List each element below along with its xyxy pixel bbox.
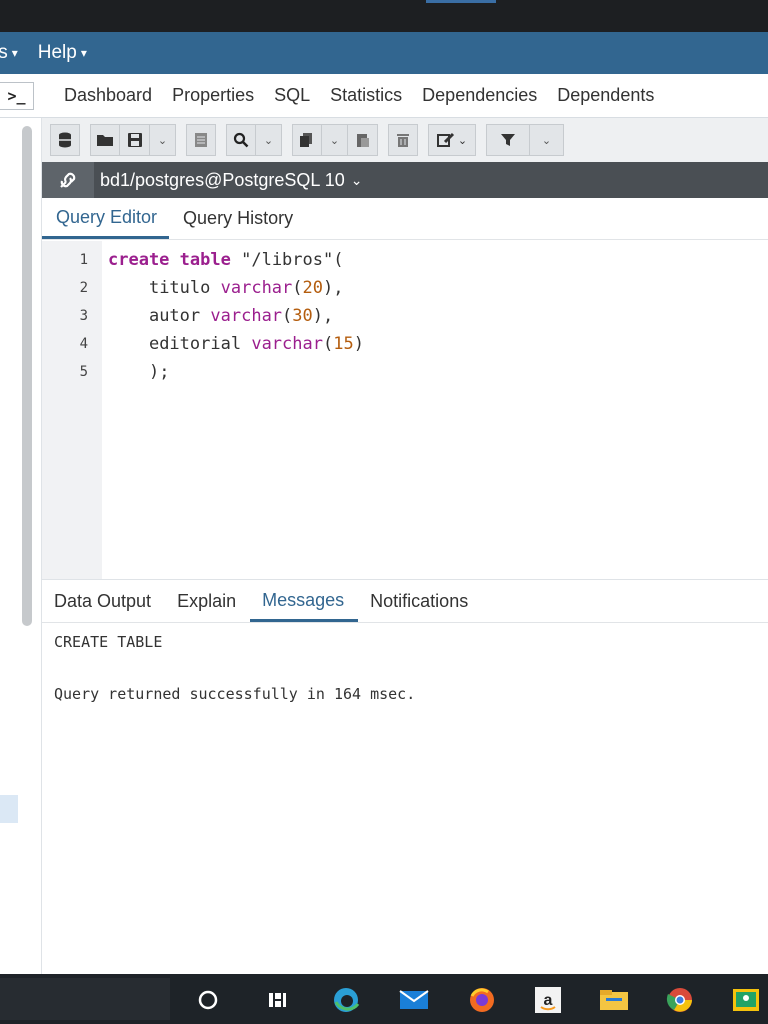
tab-properties[interactable]: Properties xyxy=(162,85,264,106)
line-number: 1 xyxy=(79,252,88,268)
taskbar: a xyxy=(0,974,768,1024)
code-line: editorial varchar(15) xyxy=(148,334,364,354)
query-tabs: Query Editor Query History xyxy=(42,198,768,240)
tab-dashboard[interactable]: Dashboard xyxy=(54,85,162,106)
chevron-down-icon[interactable]: ⌄ xyxy=(322,124,348,156)
terminal-icon[interactable]: >_ xyxy=(0,81,34,110)
edit-pencil-icon[interactable]: ⌄ xyxy=(428,124,476,156)
code-line: titulo varchar(20), xyxy=(148,278,344,298)
code-line: autor varchar(30), xyxy=(148,306,334,326)
tab-statistics[interactable]: Statistics xyxy=(320,85,412,106)
tab-messages[interactable]: Messages xyxy=(250,590,359,622)
line-number: 2 xyxy=(79,280,88,296)
browser-panel xyxy=(0,118,42,974)
window-title-bar xyxy=(0,0,768,32)
browser-selected-item[interactable] xyxy=(0,795,18,823)
firefox-icon[interactable] xyxy=(466,984,498,1016)
amazon-icon[interactable]: a xyxy=(532,984,564,1016)
task-view-icon[interactable] xyxy=(262,984,294,1016)
database-icon[interactable] xyxy=(50,124,80,156)
menu-tools-label: ls xyxy=(0,42,8,63)
delete-icon[interactable] xyxy=(388,124,418,156)
save-icon[interactable] xyxy=(120,124,150,156)
file-explorer-icon[interactable] xyxy=(598,984,630,1016)
line-number: 3 xyxy=(79,308,88,324)
edit-icon[interactable] xyxy=(186,124,216,156)
tab-query-editor[interactable]: Query Editor xyxy=(42,207,170,239)
message-create-table: CREATE TABLE xyxy=(54,633,163,651)
chevron-down-icon: ▾ xyxy=(80,46,87,60)
code-line: ); xyxy=(148,362,170,382)
menu-help-label: Help xyxy=(37,42,77,63)
result-tabs: Data Output Explain Messages Notificatio… xyxy=(42,579,768,623)
connection-bar[interactable]: bd1/postgres@PostgreSQL 10 ⌄ xyxy=(42,162,768,198)
chevron-down-icon: ⌄ xyxy=(457,134,468,147)
filter-icon[interactable] xyxy=(486,124,530,156)
chevron-down-icon: ▾ xyxy=(11,46,18,60)
chrome-icon[interactable] xyxy=(664,984,696,1016)
messages-panel: CREATE TABLE Query returned successfully… xyxy=(42,623,768,974)
title-highlight xyxy=(426,0,496,3)
chevron-down-icon[interactable]: ⌄ xyxy=(150,124,176,156)
mail-icon[interactable] xyxy=(398,984,430,1016)
cortana-icon[interactable] xyxy=(192,984,224,1016)
tab-data-output[interactable]: Data Output xyxy=(42,591,165,622)
tab-dependents[interactable]: Dependents xyxy=(547,85,664,106)
svg-text:a: a xyxy=(544,992,553,1009)
main-tabs: >_ Dashboard Properties SQL Statistics D… xyxy=(0,74,768,118)
line-gutter: 1 2 3 4 5 xyxy=(42,241,102,579)
classroom-icon[interactable] xyxy=(730,984,762,1016)
tab-query-history[interactable]: Query History xyxy=(169,208,305,239)
menu-help[interactable]: Help ▾ xyxy=(38,42,97,64)
chevron-down-icon: ⌄ xyxy=(350,171,363,188)
chevron-down-icon[interactable]: ⌄ xyxy=(530,124,564,156)
taskbar-search[interactable] xyxy=(0,978,170,1020)
tab-dependencies[interactable]: Dependencies xyxy=(412,85,547,106)
paste-icon[interactable] xyxy=(348,124,378,156)
edge-icon[interactable] xyxy=(330,984,362,1016)
tab-sql[interactable]: SQL xyxy=(264,85,320,106)
line-number: 4 xyxy=(79,336,88,352)
tab-notifications[interactable]: Notifications xyxy=(358,591,482,622)
open-folder-icon[interactable] xyxy=(90,124,120,156)
copy-icon[interactable] xyxy=(292,124,322,156)
browser-scrollbar[interactable] xyxy=(22,126,32,626)
message-query-result: Query returned successfully in 164 msec. xyxy=(54,685,416,703)
menu-bar: ls ▾ Help ▾ xyxy=(0,32,768,74)
menu-tools[interactable]: ls ▾ xyxy=(0,42,28,64)
code-line: create table "/libros"( xyxy=(108,250,344,270)
query-toolbar: ⌄ ⌄ ⌄ ⌄ ⌄ xyxy=(42,118,768,162)
search-icon[interactable] xyxy=(226,124,256,156)
connection-label: bd1/postgres@PostgreSQL 10 xyxy=(100,169,345,190)
sql-editor[interactable]: 1 2 3 4 5 create table "/libros"( titulo… xyxy=(42,241,768,579)
connection-icon xyxy=(42,162,94,198)
chevron-down-icon[interactable]: ⌄ xyxy=(256,124,282,156)
line-number: 5 xyxy=(79,364,88,380)
tab-explain[interactable]: Explain xyxy=(165,591,250,622)
